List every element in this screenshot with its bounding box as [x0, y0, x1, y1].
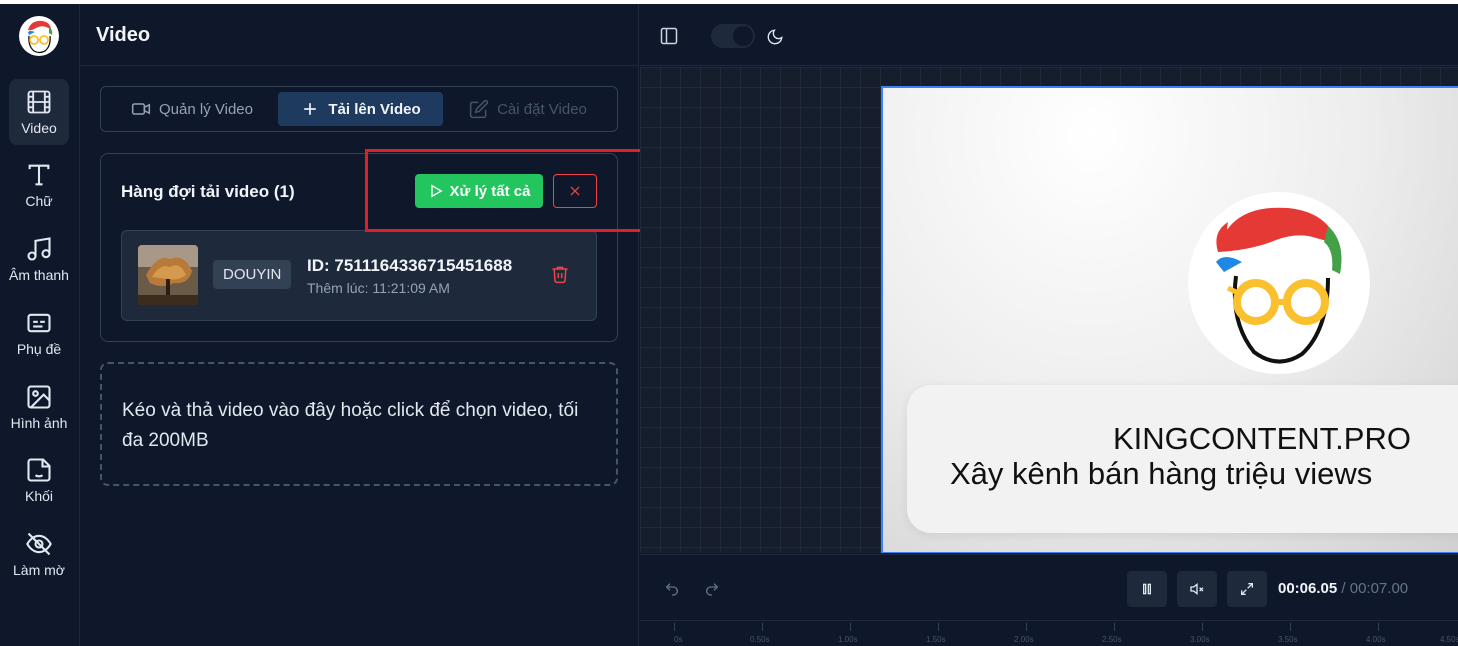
queue-item: DOUYIN ID: 7511164336715451688 Thêm lúc:…: [121, 230, 597, 321]
sidebar-item-images[interactable]: Hình ảnh: [9, 374, 69, 440]
timeline-tick: 4.00s: [1366, 635, 1386, 644]
tick-line: [674, 623, 675, 631]
timeline-tick: 0s: [674, 635, 683, 644]
preview-stage: KINGCONTENT.PRO Xây kênh bán hàng triệu …: [640, 67, 1458, 553]
eye-off-icon: [26, 532, 52, 556]
timeline-tick: 3.50s: [1278, 635, 1298, 644]
added-time: Thêm lúc: 11:21:09 AM: [307, 280, 450, 296]
video-camera-icon: [131, 103, 151, 115]
tab-video-settings[interactable]: Cài đặt Video: [446, 92, 610, 126]
tick-line: [1202, 623, 1203, 631]
video-canvas[interactable]: KINGCONTENT.PRO Xây kênh bán hàng triệu …: [881, 86, 1458, 553]
sidebar-item-blur[interactable]: Làm mờ: [9, 521, 69, 587]
timeline-ruler[interactable]: 0s 0.50s 1.00s 1.50s 2.00s 2.50s 3.00s 3…: [640, 620, 1458, 646]
text-icon: [28, 164, 50, 186]
redo-icon[interactable]: [704, 581, 720, 597]
total-time: 00:07.00: [1349, 580, 1409, 597]
dropzone-text: Kéo và thả video vào đây hoặc click để c…: [122, 400, 579, 451]
brand-logo-icon: [1216, 207, 1342, 364]
process-all-label: Xử lý tất cả: [449, 182, 531, 200]
sidebar-item-label: Chữ: [25, 193, 53, 209]
tab-label: Tải lên Video: [328, 100, 421, 118]
time-separator: /: [1341, 580, 1346, 597]
video-tabs: Quản lý Video Tải lên Video Cài đặt Vide…: [100, 86, 618, 132]
timeline-tick: 0.50s: [750, 635, 770, 644]
mute-button[interactable]: [1177, 571, 1217, 607]
close-icon: [570, 186, 580, 196]
subtitles-icon: [27, 313, 51, 333]
player-controls: 00:06.05 / 00:07.00: [640, 554, 1458, 620]
image-icon: [27, 385, 51, 409]
tick-line: [1026, 623, 1027, 631]
tick-line: [762, 623, 763, 631]
video-panel: Video Quản lý Video Tải lên Video Cài đặ…: [80, 4, 639, 646]
sidebar-item-label: Video: [21, 120, 57, 136]
panel-title: Video: [96, 24, 151, 46]
sidebar-item-video[interactable]: Video: [9, 79, 69, 145]
sticker-icon: [27, 458, 51, 482]
tick-line: [1290, 623, 1291, 631]
tab-label: Cài đặt Video: [497, 100, 587, 118]
caption-line-1: KINGCONTENT.PRO: [1113, 421, 1411, 456]
left-rail: Video Chữ Âm thanh Phụ đề Hình ảnh Khối: [0, 4, 80, 646]
sidebar-item-text[interactable]: Chữ: [9, 152, 69, 218]
sidebar-item-blocks[interactable]: Khối: [9, 447, 69, 513]
upload-queue: Hàng đợi tải video (1) Xử lý tất cả DOUY…: [100, 153, 618, 342]
volume-mute-icon: [1190, 582, 1204, 596]
sidebar-item-audio[interactable]: Âm thanh: [9, 226, 69, 292]
fullscreen-button[interactable]: [1227, 571, 1267, 607]
tick-line: [850, 623, 851, 631]
tree-thumbnail-icon: [138, 245, 198, 305]
tick-line: [1378, 623, 1379, 631]
timeline-tick: 1.00s: [838, 635, 858, 644]
music-icon: [27, 237, 51, 261]
platform-badge: DOUYIN: [213, 260, 292, 289]
sidebar-item-label: Khối: [24, 488, 54, 504]
expand-icon: [1241, 583, 1253, 595]
plus-icon: [304, 103, 317, 115]
tab-manage-video[interactable]: Quản lý Video: [109, 92, 275, 126]
moon-icon: [767, 29, 783, 45]
sidebar-toggle-icon[interactable]: [659, 26, 679, 46]
sidebar-item-label: Âm thanh: [9, 267, 69, 283]
timeline-tick: 1.50s: [926, 635, 946, 644]
timeline-tick: 2.50s: [1102, 635, 1122, 644]
app-logo[interactable]: [19, 16, 59, 56]
tab-label: Quản lý Video: [159, 100, 253, 118]
video-thumbnail: [138, 245, 198, 305]
timeline-tick: 3.00s: [1190, 635, 1210, 644]
theme-toggle[interactable]: [711, 24, 755, 48]
video-id: ID: 7511164336715451688: [307, 256, 513, 275]
pause-button[interactable]: [1127, 571, 1167, 607]
logo-icon: [28, 20, 53, 54]
undo-icon[interactable]: [664, 581, 680, 597]
trash-icon[interactable]: [550, 264, 570, 284]
process-all-button[interactable]: Xử lý tất cả: [415, 174, 543, 208]
toggle-knob: [733, 26, 753, 46]
edit-icon: [470, 99, 489, 119]
play-icon: [430, 184, 443, 198]
brand-logo: [1188, 192, 1370, 374]
current-time: 00:06.05: [1278, 580, 1338, 597]
caption-line-2: Xây kênh bán hàng triệu views: [950, 456, 1373, 491]
pause-icon: [1143, 583, 1151, 595]
sidebar-item-label: Hình ảnh: [10, 415, 68, 431]
playback-time: 00:06.05 / 00:07.00: [1278, 580, 1408, 597]
queue-title: Hàng đợi tải video (1): [121, 182, 295, 201]
timeline-tick: 2.00s: [1014, 635, 1034, 644]
sidebar-item-label: Làm mờ: [13, 562, 65, 578]
panel-header: Video: [80, 4, 639, 66]
preview-toolbar: [640, 4, 1458, 66]
sidebar-item-subtitles[interactable]: Phụ đề: [9, 300, 69, 366]
sidebar-item-label: Phụ đề: [16, 341, 62, 357]
film-icon: [27, 90, 51, 114]
clear-queue-button[interactable]: [553, 174, 597, 208]
tab-upload-video[interactable]: Tải lên Video: [278, 92, 443, 126]
tick-line: [938, 623, 939, 631]
tick-line: [1114, 623, 1115, 631]
timeline-tick: 4.50s: [1440, 635, 1458, 644]
upload-dropzone[interactable]: Kéo và thả video vào đây hoặc click để c…: [100, 362, 618, 486]
